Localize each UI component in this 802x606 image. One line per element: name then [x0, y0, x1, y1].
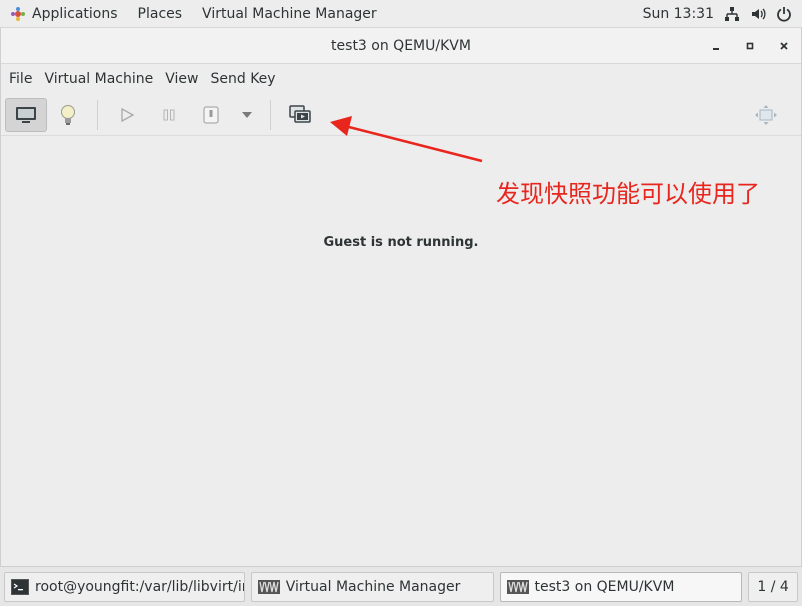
virt-manager-icon [257, 579, 280, 594]
vm-console-window: test3 on QEMU/KVM File Virtual Machine V… [0, 28, 802, 566]
network-icon[interactable] [724, 6, 740, 22]
taskbar-item-test3-console[interactable]: test3 on QEMU/KVM [499, 571, 743, 602]
terminal-icon [11, 578, 29, 595]
places-label: Places [137, 5, 183, 22]
console-icon [15, 106, 37, 124]
console-button[interactable] [5, 97, 47, 132]
run-button[interactable] [106, 98, 148, 132]
details-button[interactable] [47, 98, 89, 132]
shutdown-dropdown-button[interactable] [232, 98, 262, 132]
applications-icon [10, 6, 26, 22]
dropdown-arrow-icon [242, 111, 252, 118]
menu-virtual-machine[interactable]: Virtual Machine [38, 64, 159, 94]
shutdown-icon [202, 106, 220, 124]
snapshots-icon [289, 104, 311, 125]
annotation-text: 发现快照功能可以使用了 [496, 180, 760, 208]
pause-button[interactable] [148, 98, 190, 132]
taskbar-item-vmm[interactable]: Virtual Machine Manager [250, 571, 494, 602]
workspace-switcher[interactable]: 1 / 4 [748, 571, 798, 602]
system-top-bar: Applications Places Virtual Machine Mana… [0, 0, 802, 28]
system-tray[interactable] [724, 6, 802, 22]
run-icon [119, 107, 135, 123]
window-titlebar[interactable]: test3 on QEMU/KVM [1, 28, 801, 64]
fullscreen-button[interactable] [745, 98, 787, 132]
places-menu[interactable]: Places [128, 0, 193, 28]
pause-icon [161, 107, 177, 123]
app-menu-label: Virtual Machine Manager [202, 5, 377, 22]
close-button[interactable] [775, 37, 793, 55]
virt-manager-icon [506, 579, 529, 594]
app-menu[interactable]: Virtual Machine Manager [192, 0, 387, 28]
minimize-button[interactable] [707, 37, 725, 55]
fullscreen-icon [754, 104, 778, 126]
volume-icon[interactable] [750, 6, 766, 22]
applications-label: Applications [32, 5, 118, 22]
menu-file[interactable]: File [3, 64, 38, 94]
menu-send-key[interactable]: Send Key [204, 64, 281, 94]
toolbar-separator [270, 99, 271, 130]
menu-bar: File Virtual Machine View Send Key [1, 64, 801, 94]
power-icon[interactable] [776, 6, 792, 22]
maximize-button[interactable] [741, 37, 759, 55]
taskbar-item-terminal[interactable]: root@youngfit:/var/lib/libvirt/ima... [4, 571, 245, 602]
taskbar-item-label: Virtual Machine Manager [285, 578, 461, 595]
toolbar [1, 94, 801, 136]
menu-view[interactable]: View [159, 64, 204, 94]
toolbar-separator [97, 99, 98, 130]
taskbar-item-label: test3 on QEMU/KVM [534, 578, 675, 595]
clock[interactable]: Sun 13:31 [633, 6, 724, 22]
guest-status-text: Guest is not running. [323, 235, 479, 250]
details-lightbulb-icon [60, 104, 76, 126]
taskbar-item-label: root@youngfit:/var/lib/libvirt/ima... [35, 578, 244, 595]
taskbar: root@youngfit:/var/lib/libvirt/ima... Vi… [0, 566, 802, 606]
snapshots-button[interactable] [279, 98, 321, 132]
applications-menu[interactable]: Applications [0, 0, 128, 28]
window-title: test3 on QEMU/KVM [331, 37, 471, 54]
shutdown-button[interactable] [190, 98, 232, 132]
